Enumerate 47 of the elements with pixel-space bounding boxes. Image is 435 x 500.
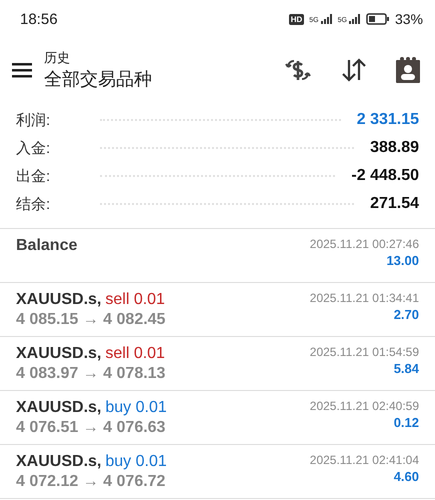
summary-value: 271.54 xyxy=(370,195,419,213)
deal-row[interactable]: XAUUSD.s, buy 0.01 4 072.12 → 4 076.72 2025.11.21 02:41:04 4.60 xyxy=(0,445,435,499)
summary-label: 结余: xyxy=(16,194,50,214)
hd-badge: HD xyxy=(288,14,304,24)
deal-time: 2025.11.21 02:40:59 xyxy=(310,399,419,413)
summary-label: 利润: xyxy=(16,110,50,130)
summary-value: 388.89 xyxy=(370,139,419,157)
deal-symbol: Balance xyxy=(16,237,78,255)
deal-action: buy 0.01 xyxy=(105,453,167,471)
deal-prices: 4 072.12 → 4 076.72 xyxy=(16,473,166,491)
deal-symbol: XAUUSD.s, xyxy=(16,453,102,471)
deal-profit: 0.12 xyxy=(394,415,419,430)
deal-symbol: XAUUSD.s, xyxy=(16,345,102,363)
deal-profit: 4.60 xyxy=(394,469,419,484)
deal-time: 2025.11.21 00:27:46 xyxy=(310,237,419,251)
deal-action: sell 0.01 xyxy=(105,345,165,363)
battery-percent: 33% xyxy=(394,11,423,27)
symbol-filter[interactable]: 全部交易品种 xyxy=(44,67,283,91)
deal-time: 2025.11.21 01:54:59 xyxy=(310,345,419,359)
summary-label: 入金: xyxy=(16,138,50,158)
deal-row[interactable]: XAUUSD.s, sell 0.01 4 085.15 → 4 082.45 2025.11.21 01:34:41 2.70 xyxy=(0,283,435,337)
summary-label: 出金: xyxy=(16,166,50,186)
signal-icon xyxy=(348,14,361,24)
screen-title: 历史 xyxy=(44,49,71,67)
deal-row[interactable]: XAUUSD.s, buy 0.01 4 076.51 → 4 076.63 2025.11.21 02:40:59 0.12 xyxy=(0,391,435,445)
signal-icon xyxy=(320,14,333,24)
summary-value: -2 448.50 xyxy=(351,167,419,185)
deal-prices: 4 076.51 → 4 076.63 xyxy=(16,419,166,437)
deal-row[interactable]: XAUUSD.s, sell 0.01 4 083.97 → 4 078.13 2025.11.21 01:54:59 5.84 xyxy=(0,337,435,391)
battery-icon xyxy=(366,13,390,25)
deal-prices: 4 085.15 → 4 082.45 xyxy=(16,311,166,329)
deal-symbol: XAUUSD.s, xyxy=(16,291,102,309)
sort-icon[interactable] xyxy=(341,57,367,83)
deal-action: sell 0.01 xyxy=(105,291,165,309)
deal-action: buy 0.01 xyxy=(105,399,167,417)
deal-profit: 2.70 xyxy=(394,307,419,322)
deal-time: 2025.11.21 01:34:41 xyxy=(310,291,419,305)
deal-row[interactable]: Balance 2025.11.21 00:27:46 13.00 xyxy=(0,229,435,283)
deal-prices: 4 083.97 → 4 078.13 xyxy=(16,365,166,383)
calendar-person-icon[interactable] xyxy=(395,56,421,84)
deal-time: 2025.11.21 02:41:04 xyxy=(310,453,419,467)
menu-icon[interactable] xyxy=(12,62,32,78)
summary-value: 2 331.15 xyxy=(356,111,419,129)
deal-profit: 13.00 xyxy=(386,253,419,268)
clock-time: 18:56 xyxy=(20,10,58,28)
deal-symbol: XAUUSD.s, xyxy=(16,399,102,417)
deal-profit: 5.84 xyxy=(394,361,419,376)
